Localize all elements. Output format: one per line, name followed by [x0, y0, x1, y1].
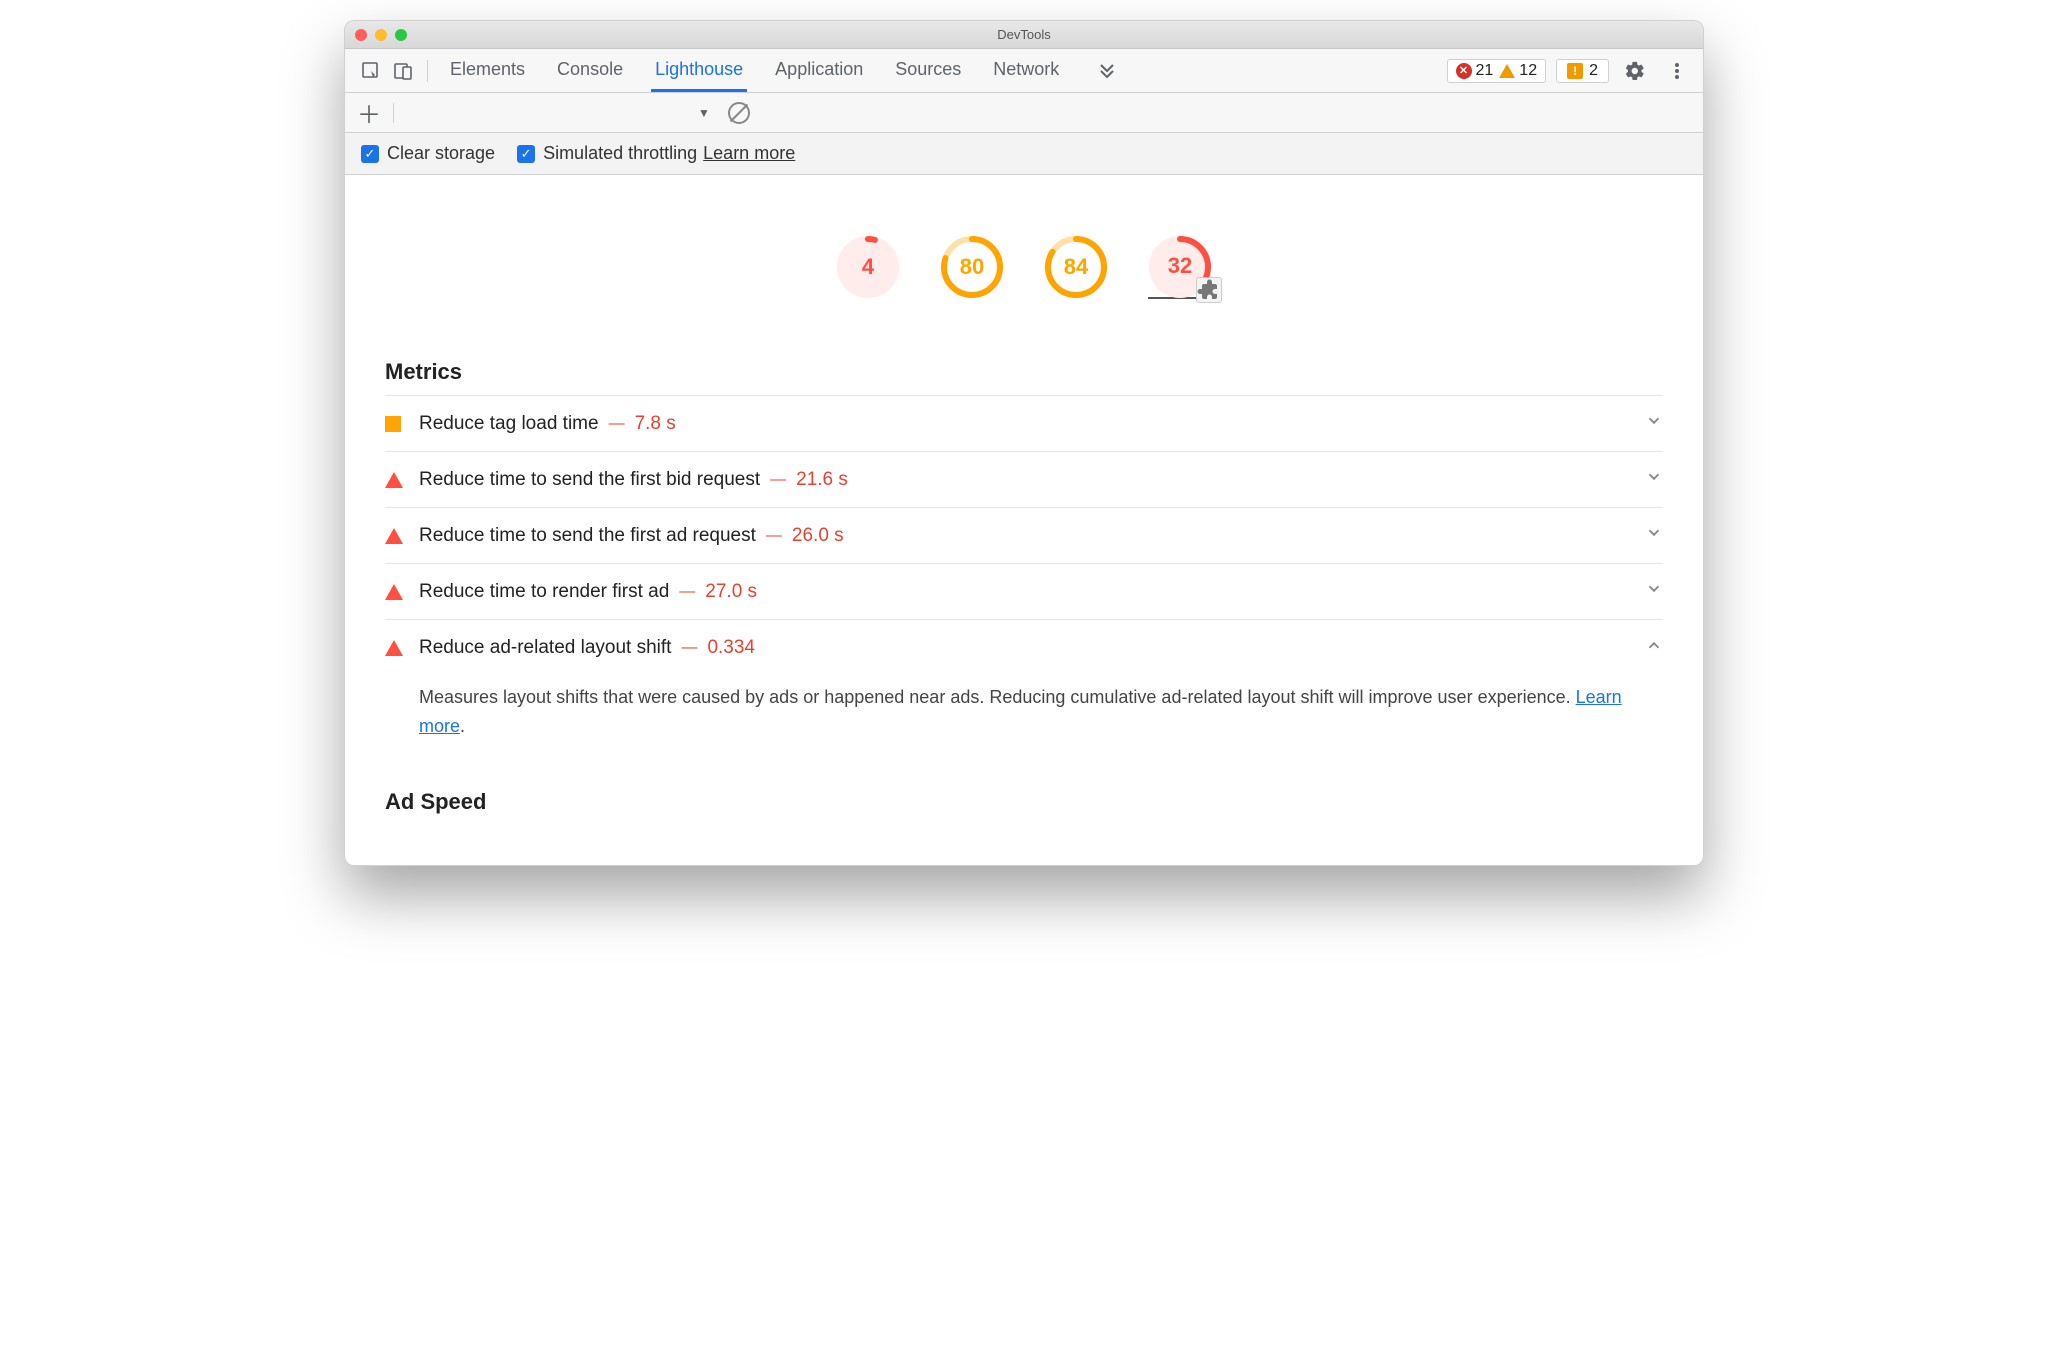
metric-value: 26.0 s: [792, 525, 844, 547]
devtools-window: DevTools Elements Console Lighthouse App…: [344, 20, 1704, 866]
tab-elements[interactable]: Elements: [446, 50, 529, 92]
more-options-icon[interactable]: [1665, 59, 1689, 83]
metrics-list: Reduce tag load time—7.8 s Reduce time to…: [385, 395, 1663, 759]
new-report-button[interactable]: ＋: [357, 95, 381, 130]
adspeed-heading: Ad Speed: [385, 789, 1663, 815]
divider: [393, 103, 394, 123]
report-content: Metrics Reduce tag load time—7.8 sReduce…: [345, 359, 1703, 865]
metric-title: Reduce ad-related layout shift: [419, 637, 671, 659]
extension-icon: [1196, 277, 1222, 303]
square-icon: [385, 416, 401, 432]
clear-icon[interactable]: [728, 102, 750, 124]
chevron-down-icon: [1645, 412, 1663, 435]
learn-more-link[interactable]: Learn more: [419, 687, 1622, 736]
issues-counter[interactable]: ! 2: [1556, 59, 1609, 83]
score-gauges: 4 80 84 32: [345, 175, 1703, 329]
lighthouse-toolbar: ＋ ▼: [345, 93, 1703, 133]
checkbox-checked-icon: ✓: [517, 145, 535, 163]
warnings-count: 12: [1499, 62, 1537, 80]
simulated-throttling-checkbox[interactable]: ✓ Simulated throttling Learn more: [517, 143, 795, 164]
tab-application[interactable]: Application: [771, 50, 867, 92]
learn-more-link[interactable]: Learn more: [703, 143, 795, 164]
tab-network[interactable]: Network: [989, 50, 1063, 92]
more-tabs-icon[interactable]: [1095, 59, 1119, 83]
metric-title: Reduce tag load time: [419, 413, 599, 435]
metric-value: 21.6 s: [796, 469, 848, 491]
metrics-heading: Metrics: [385, 359, 1663, 385]
devtools-tabstrip: Elements Console Lighthouse Application …: [345, 49, 1703, 93]
metric-row[interactable]: Reduce time to render first ad—27.0 s: [385, 563, 1663, 619]
chevron-down-icon: [1645, 468, 1663, 491]
chevron-up-icon: [1645, 636, 1663, 659]
device-toolbar-icon[interactable]: [391, 59, 415, 83]
metric-title: Reduce time to send the first ad request: [419, 525, 756, 547]
settings-icon[interactable]: [1623, 59, 1647, 83]
metric-row[interactable]: Reduce time to send the first bid reques…: [385, 451, 1663, 507]
chevron-down-icon: [1645, 580, 1663, 603]
window-titlebar: DevTools: [345, 21, 1703, 49]
warning-icon: [1499, 64, 1515, 78]
triangle-icon: [385, 640, 401, 656]
divider: [427, 60, 428, 82]
triangle-icon: [385, 584, 401, 600]
panel-tabs: Elements Console Lighthouse Application …: [446, 50, 1447, 92]
report-dropdown[interactable]: ▼: [698, 106, 710, 120]
console-counters[interactable]: ✕ 21 12: [1447, 59, 1547, 83]
tab-lighthouse[interactable]: Lighthouse: [651, 50, 747, 92]
metric-description: Measures layout shifts that were caused …: [385, 675, 1663, 759]
triangle-icon: [385, 472, 401, 488]
score-gauge-3[interactable]: 32: [1148, 235, 1212, 299]
score-gauge-0[interactable]: 4: [836, 235, 900, 299]
issue-icon: !: [1567, 63, 1583, 79]
metric-value: 7.8 s: [635, 413, 676, 435]
window-title: DevTools: [345, 27, 1703, 42]
metric-title: Reduce time to send the first bid reques…: [419, 469, 760, 491]
metric-value: 0.334: [707, 637, 755, 659]
metric-row[interactable]: Reduce ad-related layout shift—0.334: [385, 619, 1663, 675]
metric-row[interactable]: Reduce tag load time—7.8 s: [385, 395, 1663, 451]
metric-value: 27.0 s: [705, 581, 757, 603]
error-icon: ✕: [1456, 63, 1472, 79]
clear-storage-checkbox[interactable]: ✓ Clear storage: [361, 143, 495, 164]
score-gauge-2[interactable]: 84: [1044, 235, 1108, 299]
checkbox-checked-icon: ✓: [361, 145, 379, 163]
inspect-element-icon[interactable]: [359, 59, 383, 83]
tab-sources[interactable]: Sources: [891, 50, 965, 92]
lighthouse-options: ✓ Clear storage ✓ Simulated throttling L…: [345, 133, 1703, 175]
errors-count: ✕ 21: [1456, 62, 1494, 80]
tab-console[interactable]: Console: [553, 50, 627, 92]
triangle-icon: [385, 528, 401, 544]
metric-title: Reduce time to render first ad: [419, 581, 669, 603]
tabstrip-right: ✕ 21 12 ! 2: [1447, 59, 1694, 83]
score-gauge-1[interactable]: 80: [940, 235, 1004, 299]
chevron-down-icon: [1645, 524, 1663, 547]
metric-row[interactable]: Reduce time to send the first ad request…: [385, 507, 1663, 563]
